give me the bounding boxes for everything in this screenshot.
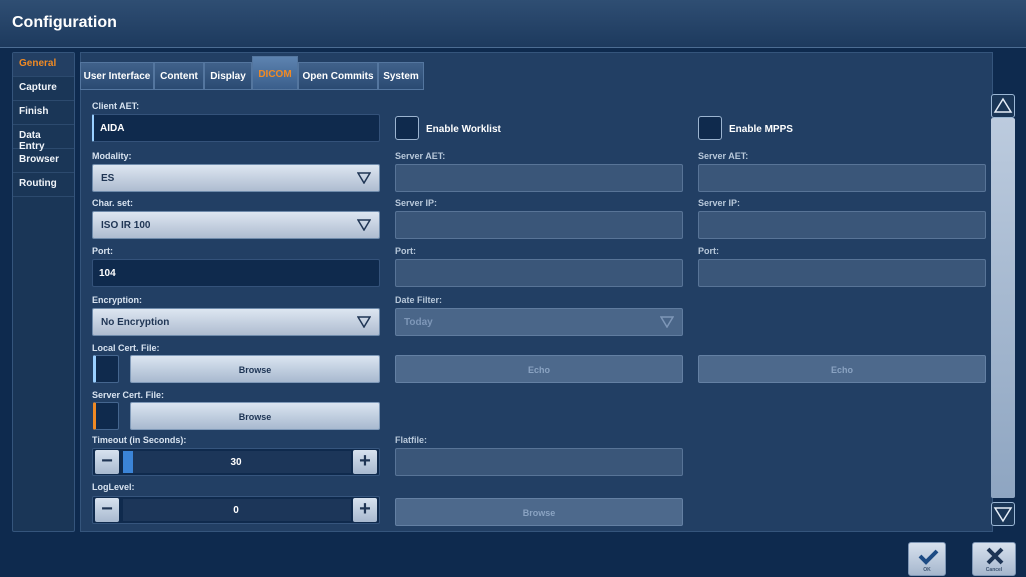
worklist-server-ip-input[interactable] (395, 211, 683, 239)
sidebar-item-capture[interactable]: Capture (13, 77, 74, 101)
cancel-button[interactable]: Cancel (972, 542, 1016, 576)
title-bar: Configuration (0, 0, 1026, 48)
charset-select[interactable]: ISO IR 100 (92, 211, 380, 239)
scroll-down-button[interactable] (991, 502, 1015, 526)
scrollbar[interactable] (990, 94, 1020, 526)
worklist-server-aet-input[interactable] (395, 164, 683, 192)
flatfile-input[interactable] (395, 448, 683, 476)
cancel-label: Cancel (985, 567, 1003, 573)
loglevel-label: LogLevel: (92, 482, 135, 492)
sidebar-item-general[interactable]: General (13, 53, 74, 77)
port-label: Port: (92, 246, 113, 256)
checkmark-icon (918, 549, 939, 565)
timeout-increment-button[interactable]: + (353, 450, 377, 474)
enable-mpps-label: Enable MPPS (729, 124, 793, 135)
loglevel-value: 0 (233, 505, 239, 516)
encryption-label: Encryption: (92, 295, 143, 305)
mpps-server-aet-label: Server AET: (698, 151, 749, 161)
timeout-decrement-button[interactable]: − (95, 450, 119, 474)
date-filter-label: Date Filter: (395, 295, 443, 305)
local-cert-file-box[interactable] (93, 355, 119, 383)
sidebar-item-browser[interactable]: Browser (13, 149, 74, 173)
triangle-up-icon (993, 97, 1013, 113)
scroll-thumb[interactable] (991, 118, 1015, 498)
local-cert-browse-button[interactable]: Browse (130, 355, 380, 383)
worklist-port-label: Port: (395, 246, 416, 256)
timeout-label: Timeout (in Seconds): (92, 435, 187, 445)
mpps-port-label: Port: (698, 246, 719, 256)
mpps-echo-button[interactable]: Echo (698, 355, 986, 383)
mpps-server-ip-label: Server IP: (698, 198, 741, 208)
tab-system[interactable]: System (378, 62, 424, 90)
date-filter-value: Today (404, 317, 433, 328)
timeout-stepper[interactable]: − 30 + (92, 448, 380, 476)
loglevel-decrement-button[interactable]: − (95, 498, 119, 522)
tab-content[interactable]: Content (154, 62, 204, 90)
enable-mpps-checkbox[interactable] (698, 116, 722, 140)
worklist-server-aet-label: Server AET: (395, 151, 446, 161)
loglevel-stepper[interactable]: − 0 + (92, 496, 380, 524)
chevron-down-icon (660, 316, 674, 328)
worklist-port-input[interactable] (395, 259, 683, 287)
tab-user-interface[interactable]: User Interface (80, 62, 154, 90)
chevron-down-icon (357, 219, 371, 231)
timeout-value: 30 (230, 457, 242, 468)
encryption-select[interactable]: No Encryption (92, 308, 380, 336)
sidebar-item-data-entry[interactable]: Data Entry (13, 125, 74, 152)
triangle-down-icon (993, 507, 1013, 523)
date-filter-select[interactable]: Today (395, 308, 683, 336)
enable-worklist-label: Enable Worklist (426, 124, 501, 135)
server-cert-file-box[interactable] (93, 402, 119, 430)
charset-value: ISO IR 100 (101, 220, 151, 231)
mpps-server-aet-input[interactable] (698, 164, 986, 192)
window-title: Configuration (12, 14, 117, 31)
ok-button[interactable]: OK (908, 542, 946, 576)
tab-display[interactable]: Display (204, 62, 252, 90)
client-aet-label: Client AET: (92, 101, 140, 111)
sidebar-item-finish[interactable]: Finish (13, 101, 74, 125)
worklist-server-ip-label: Server IP: (395, 198, 438, 208)
close-icon (986, 547, 1004, 565)
tab-dicom[interactable]: DICOM (252, 56, 298, 90)
flatfile-browse-button[interactable]: Browse (395, 498, 683, 526)
mpps-server-ip-input[interactable] (698, 211, 986, 239)
port-input[interactable]: 104 (92, 259, 380, 287)
chevron-down-icon (357, 172, 371, 184)
client-aet-input[interactable]: AIDA (92, 114, 380, 142)
modality-value: ES (101, 173, 115, 184)
sidebar-item-routing[interactable]: Routing (13, 173, 74, 197)
flatfile-label: Flatfile: (395, 435, 428, 445)
chevron-down-icon (357, 316, 371, 328)
modality-select[interactable]: ES (92, 164, 380, 192)
server-cert-label: Server Cert. File: (92, 390, 165, 400)
tab-open-commits[interactable]: Open Commits (298, 62, 378, 90)
charset-label: Char. set: (92, 198, 134, 208)
modality-label: Modality: (92, 151, 132, 161)
scroll-up-button[interactable] (991, 94, 1015, 118)
encryption-value: No Encryption (101, 317, 170, 328)
enable-worklist-checkbox[interactable] (395, 116, 419, 140)
sidebar: General Capture Finish Data Entry Browse… (12, 52, 75, 532)
mpps-port-input[interactable] (698, 259, 986, 287)
ok-label: OK (923, 567, 931, 573)
worklist-echo-button[interactable]: Echo (395, 355, 683, 383)
loglevel-increment-button[interactable]: + (353, 498, 377, 522)
local-cert-label: Local Cert. File: (92, 343, 160, 353)
server-cert-browse-button[interactable]: Browse (130, 402, 380, 430)
